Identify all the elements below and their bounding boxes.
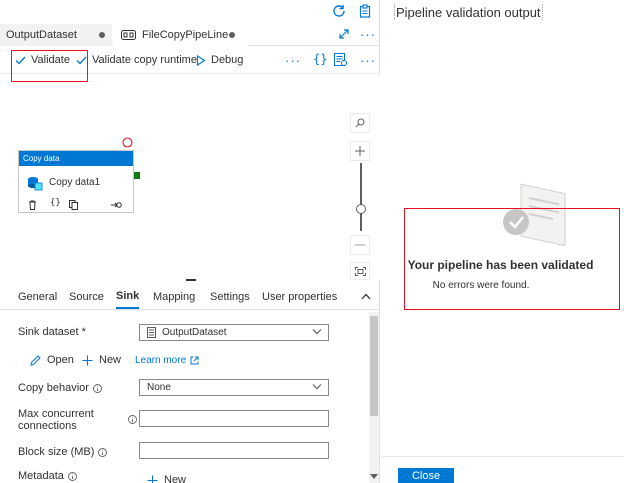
sink-dataset-value: OutputDataset: [162, 327, 227, 338]
block-size-input[interactable]: [139, 442, 329, 459]
tab-label: FileCopyPipeLine: [142, 29, 229, 41]
more-right-icon[interactable]: ···: [360, 53, 376, 68]
tab-mapping[interactable]: Mapping: [153, 285, 195, 309]
panel-resize-handle[interactable]: [186, 279, 196, 281]
new-dataset-button[interactable]: New: [82, 354, 121, 366]
zoom-in-icon[interactable]: [350, 141, 370, 161]
copy-data-icon: [27, 175, 43, 191]
expand-icon[interactable]: [338, 28, 350, 40]
plus-icon: [82, 355, 93, 366]
copy-data-activity[interactable]: Copy data Copy data1 {}: [18, 150, 134, 213]
delete-icon[interactable]: [28, 200, 37, 210]
metadata-new-button[interactable]: New: [147, 474, 186, 483]
validate-highlight-box: [11, 50, 88, 82]
code-icon[interactable]: {}: [50, 198, 61, 208]
close-button[interactable]: Close: [398, 468, 454, 483]
copy-behavior-select[interactable]: None: [139, 379, 329, 396]
footer-divider: [381, 456, 624, 457]
tab-filecopypipeline[interactable]: FileCopyPipeLine: [113, 24, 248, 46]
max-concurrent-connections-input[interactable]: [139, 410, 329, 427]
copy-behavior-value: None: [147, 382, 171, 393]
open-label: Open: [47, 354, 74, 366]
chevron-down-icon: [312, 328, 322, 335]
properties-icon[interactable]: [334, 53, 347, 66]
info-icon[interactable]: [98, 447, 108, 457]
clipboard-icon[interactable]: [358, 4, 372, 18]
tab-settings[interactable]: Settings: [210, 285, 250, 309]
play-icon: [196, 54, 206, 66]
activity-header: Copy data: [19, 151, 133, 166]
tab-sink[interactable]: Sink: [116, 285, 140, 309]
property-tabs: General Source Sink Mapping Settings Use…: [0, 285, 380, 310]
search-icon[interactable]: [350, 113, 370, 133]
unsaved-dot-icon: [99, 32, 105, 38]
validate-copy-runtime-label: Validate copy runtime: [92, 54, 197, 66]
error-indicator-icon: [122, 137, 133, 148]
tab-output-dataset[interactable]: OutputDataset: [0, 24, 112, 46]
success-output-handle[interactable]: [134, 172, 140, 179]
tab-label: OutputDataset: [6, 29, 77, 41]
tab-source[interactable]: Source: [69, 285, 104, 309]
metadata-label-group: Metadata: [18, 470, 77, 482]
learn-more-link[interactable]: Learn more: [135, 355, 199, 366]
sink-dataset-select[interactable]: OutputDataset: [139, 324, 329, 341]
max-concurrent-label: Max concurrent connections: [18, 408, 94, 432]
copy-icon[interactable]: [69, 200, 78, 210]
zoom-slider-track[interactable]: [360, 163, 362, 231]
copy-behavior-label: Copy behavior: [18, 382, 89, 394]
top-bar: [0, 0, 380, 24]
fit-to-screen-icon[interactable]: [350, 262, 370, 280]
tab-user-properties[interactable]: User properties: [262, 285, 337, 309]
metadata-new-label: New: [164, 474, 187, 483]
more-options-icon[interactable]: ···: [360, 27, 376, 42]
info-icon[interactable]: [67, 471, 77, 481]
learn-more-label: Learn more: [135, 355, 187, 366]
open-dataset-button[interactable]: Open: [30, 354, 74, 366]
sink-dataset-label: Sink dataset *: [18, 326, 86, 338]
validate-copy-runtime-button[interactable]: Validate copy runtime: [76, 46, 197, 74]
plus-icon: [147, 475, 158, 483]
add-output-icon[interactable]: [110, 200, 122, 210]
debug-label: Debug: [211, 54, 244, 66]
activity-name: Copy data1: [49, 177, 101, 188]
validation-panel-title: Pipeline validation output: [394, 5, 543, 20]
scrollbar-thumb[interactable]: [370, 316, 378, 416]
debug-button[interactable]: Debug: [196, 46, 243, 74]
refresh-icon[interactable]: [332, 4, 346, 18]
scroll-down-icon[interactable]: [370, 474, 378, 479]
unsaved-dot-icon: [229, 32, 235, 38]
info-icon[interactable]: [128, 415, 137, 424]
block-size-label-group: Block size (MB): [18, 446, 108, 458]
more-toolbar-icon[interactable]: ···: [285, 53, 301, 68]
document-tabs: OutputDataset FileCopyPipeLine ···: [0, 24, 380, 46]
info-icon[interactable]: [92, 383, 102, 393]
new-label: New: [99, 354, 122, 366]
block-size-label: Block size (MB): [18, 446, 95, 458]
external-link-icon: [190, 356, 199, 365]
pipeline-icon: [121, 30, 136, 40]
metadata-label: Metadata: [18, 470, 64, 482]
copy-behavior-label-group: Copy behavior: [18, 382, 102, 394]
chevron-down-icon: [312, 383, 322, 390]
edit-pencil-icon: [30, 354, 41, 366]
close-label: Close: [411, 469, 441, 482]
code-icon[interactable]: {}: [313, 52, 327, 66]
zoom-out-icon[interactable]: [350, 235, 370, 255]
collapse-chevron-icon[interactable]: [361, 293, 371, 300]
tab-general[interactable]: General: [18, 285, 57, 309]
dataset-icon: [147, 327, 156, 338]
zoom-slider-thumb[interactable]: [356, 204, 366, 214]
validation-result-highlight-box: [404, 208, 620, 310]
